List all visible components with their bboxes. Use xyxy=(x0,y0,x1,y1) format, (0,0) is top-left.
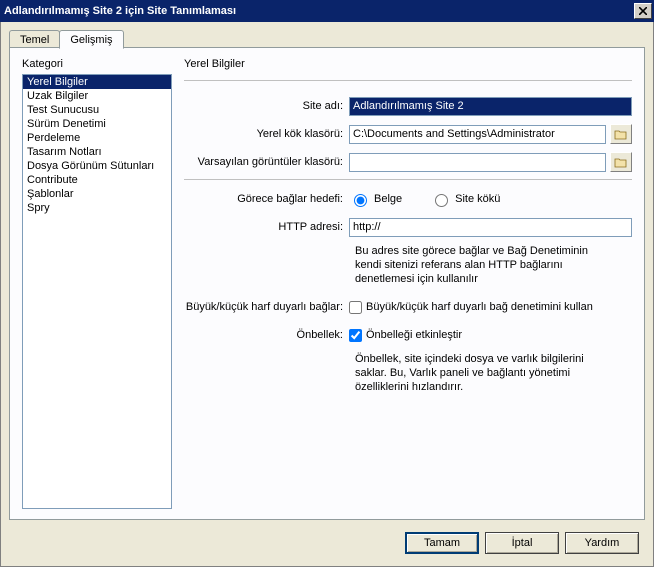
category-item[interactable]: Şablonlar xyxy=(23,187,171,201)
cache-help-text: Önbellek, site içindeki dosya ve varlık … xyxy=(355,352,615,394)
category-item[interactable]: Contribute xyxy=(23,173,171,187)
local-root-input[interactable] xyxy=(349,125,606,144)
label-cache: Önbellek: xyxy=(184,329,349,341)
category-item[interactable]: Perdeleme xyxy=(23,131,171,145)
checkbox-enable-cache[interactable] xyxy=(349,329,362,342)
radio-document[interactable] xyxy=(354,194,367,207)
category-item[interactable]: Sürüm Denetimi xyxy=(23,117,171,131)
window-title: Adlandırılmamış Site 2 için Site Tanımla… xyxy=(4,5,236,17)
ok-button[interactable]: Tamam xyxy=(405,532,479,554)
button-row: Tamam İptal Yardım xyxy=(405,532,639,554)
label-relative-links: Görece bağlar hedefi: xyxy=(184,193,349,205)
browse-default-images-button[interactable] xyxy=(610,152,632,172)
divider xyxy=(184,80,632,81)
label-case-links: Büyük/küçük harf duyarlı bağlar: xyxy=(184,301,349,313)
folder-icon xyxy=(614,157,628,168)
close-button[interactable] xyxy=(634,3,652,19)
browse-local-root-button[interactable] xyxy=(610,124,632,144)
http-address-input[interactable] xyxy=(349,218,632,237)
tab-panel: Kategori Yerel Bilgiler Uzak Bilgiler Te… xyxy=(9,47,645,520)
label-default-images: Varsayılan görüntüler klasörü: xyxy=(184,156,349,168)
category-list[interactable]: Yerel Bilgiler Uzak Bilgiler Test Sunucu… xyxy=(22,74,172,509)
label-local-root: Yerel kök klasörü: xyxy=(184,128,349,140)
window-body: Temel Gelişmiş Kategori Yerel Bilgiler U… xyxy=(0,22,654,567)
titlebar: Adlandırılmamış Site 2 için Site Tanımla… xyxy=(0,0,654,22)
label-site-name: Site adı: xyxy=(184,100,349,112)
site-name-input[interactable] xyxy=(349,97,632,116)
default-images-input[interactable] xyxy=(349,153,606,172)
category-item[interactable]: Tasarım Notları xyxy=(23,145,171,159)
label-http-address: HTTP adresi: xyxy=(184,221,349,233)
close-icon xyxy=(639,7,647,15)
help-button[interactable]: Yardım xyxy=(565,532,639,554)
checkbox-enable-cache-label[interactable]: Önbelleği etkinleştir xyxy=(366,329,462,341)
folder-icon xyxy=(614,129,628,140)
checkbox-case-sensitive[interactable] xyxy=(349,301,362,314)
tabs: Temel Gelişmiş xyxy=(9,28,123,48)
category-item[interactable]: Spry xyxy=(23,201,171,215)
category-heading: Kategori xyxy=(22,58,172,70)
cancel-button[interactable]: İptal xyxy=(485,532,559,554)
tab-basic[interactable]: Temel xyxy=(9,30,60,48)
category-item[interactable]: Uzak Bilgiler xyxy=(23,89,171,103)
category-item[interactable]: Test Sunucusu xyxy=(23,103,171,117)
category-item[interactable]: Dosya Görünüm Sütunları xyxy=(23,159,171,173)
tab-advanced[interactable]: Gelişmiş xyxy=(59,30,123,49)
divider xyxy=(184,179,632,180)
radio-site-root[interactable] xyxy=(435,194,448,207)
radio-document-label[interactable]: Belge xyxy=(374,193,402,205)
radio-site-root-label[interactable]: Site kökü xyxy=(455,193,500,205)
panel-heading: Yerel Bilgiler xyxy=(184,58,632,70)
checkbox-case-sensitive-label[interactable]: Büyük/küçük harf duyarlı bağ denetimini … xyxy=(366,301,593,313)
category-item[interactable]: Yerel Bilgiler xyxy=(23,75,171,89)
http-help-text: Bu adres site görece bağlar ve Bağ Denet… xyxy=(355,244,615,286)
